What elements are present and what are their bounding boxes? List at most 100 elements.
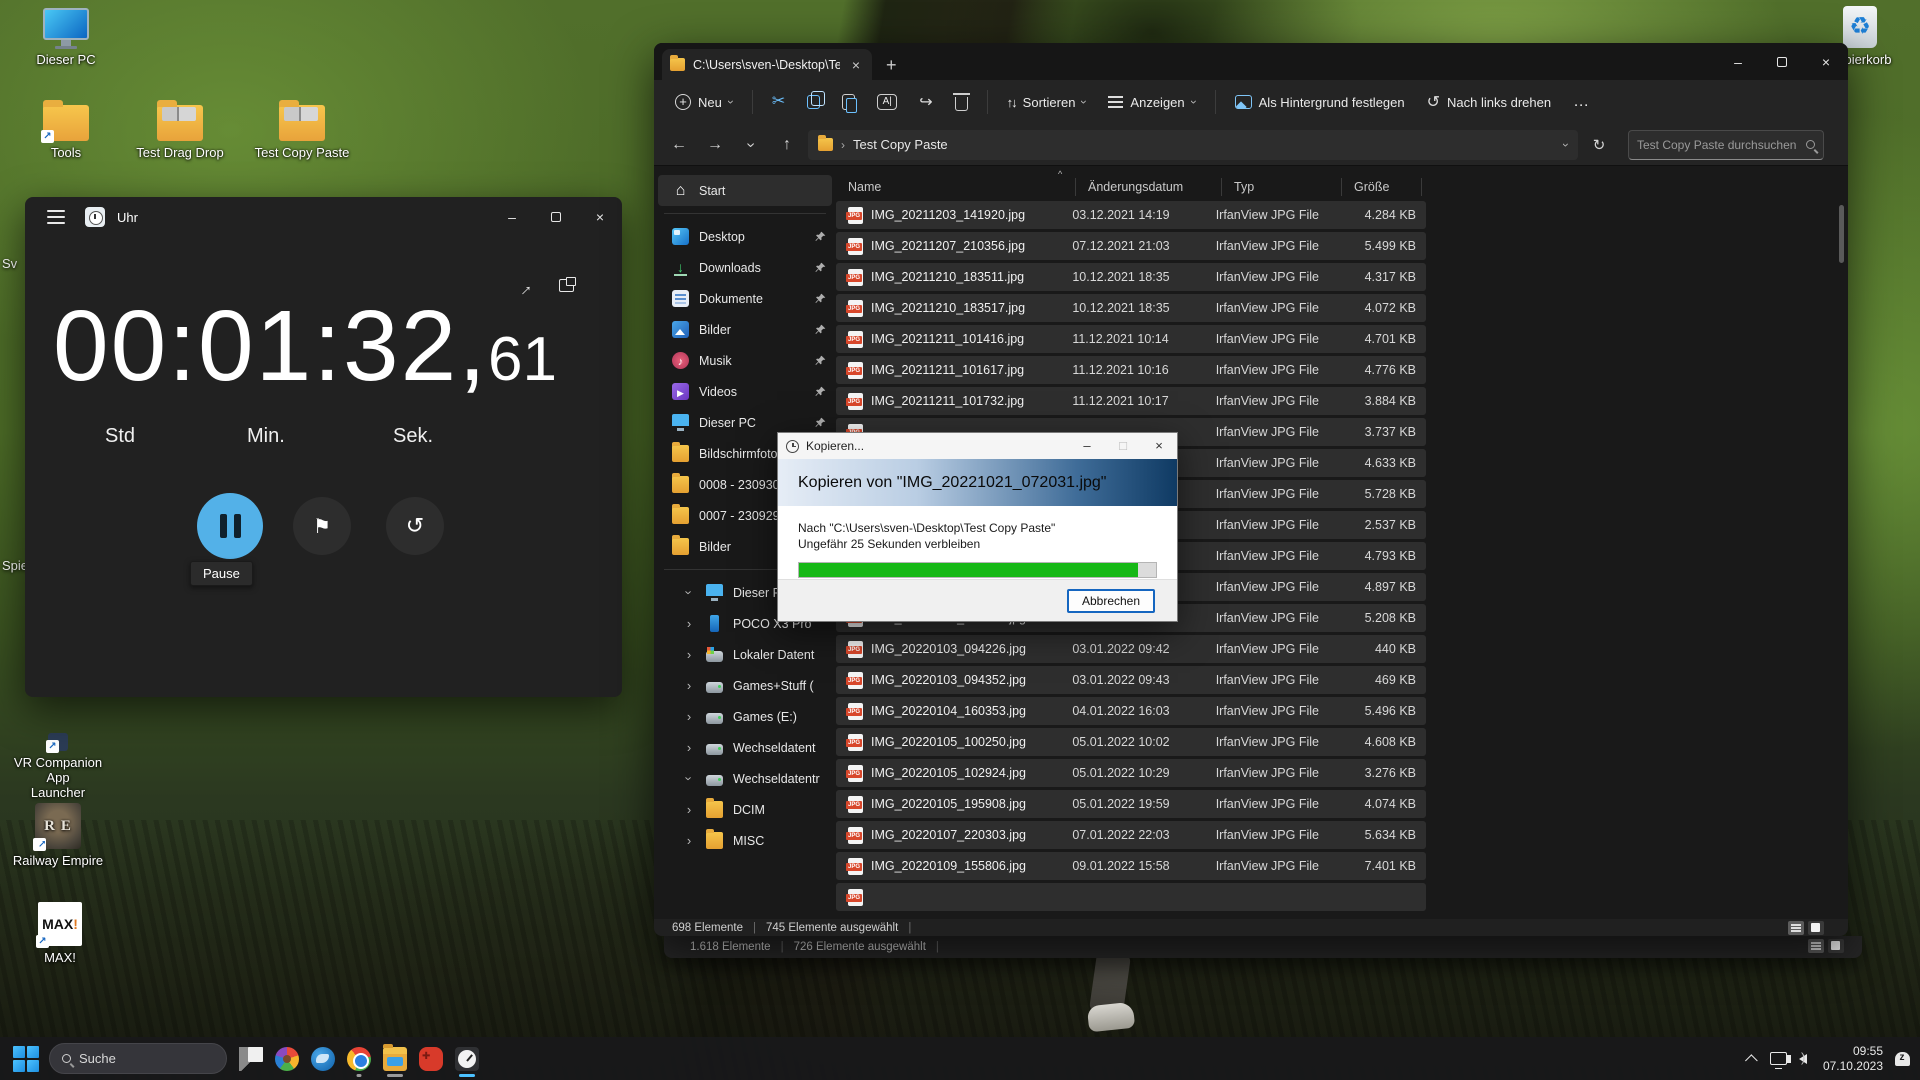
desktop-icon-vr-companion[interactable]: VR Companion App Launcher [2,733,114,800]
sidebar-item[interactable]: Downloads [658,252,832,283]
back-button[interactable]: ← [664,136,694,154]
desktop-icon-max[interactable]: MAX! MAX! [12,902,108,965]
sidebar-tree-item[interactable]: › Wechseldatentr [658,763,832,794]
desktop-icon-test-drag-drop[interactable]: Test Drag Drop [132,105,228,160]
column-header-name[interactable]: Name [836,178,1076,196]
compact-overlay-icon[interactable] [559,279,574,292]
tray-clock[interactable]: 09:55 07.10.2023 [1823,1044,1883,1074]
new-tab-button[interactable]: + [886,55,897,76]
tree-chevron-icon[interactable]: › [682,833,696,848]
cut-button[interactable]: ✂ [763,88,794,116]
desktop-icon-dieser-pc[interactable]: Dieser PC [18,8,114,67]
icons-view-toggle[interactable] [1828,939,1844,953]
hamburger-menu-icon[interactable] [47,206,65,228]
tree-chevron-icon[interactable]: › [682,647,696,662]
file-row[interactable]: IMG_20211207_210356.jpg 07.12.2021 21:03… [836,232,1426,260]
cancel-button[interactable]: Abbrechen [1067,589,1155,613]
desktop-icon-tools[interactable]: Tools [18,105,114,160]
minimize-button[interactable]: – [490,197,534,237]
close-button[interactable]: × [1141,433,1177,459]
delete-button[interactable] [946,87,977,117]
scrollbar-thumb[interactable] [1839,205,1844,263]
tree-chevron-icon[interactable]: › [682,740,696,755]
taskbar-app-button[interactable] [233,1040,269,1078]
file-row[interactable]: IMG_20220105_100250.jpg 05.01.2022 10:02… [836,728,1426,756]
details-view-toggle[interactable] [1808,939,1824,953]
dialog-titlebar[interactable]: Kopieren... – □ × [778,433,1177,459]
file-row[interactable]: IMG_20211210_183517.jpg 10.12.2021 18:35… [836,294,1426,322]
sidebar-tree-item[interactable]: › Wechseldatent [658,732,832,763]
file-row[interactable]: IMG_20220107_220303.jpg 07.01.2022 22:03… [836,821,1426,849]
file-row[interactable]: IMG_20211211_101732.jpg 11.12.2021 10:17… [836,387,1426,415]
file-row[interactable]: IMG_20220103_094352.jpg 03.01.2022 09:43… [836,666,1426,694]
file-row[interactable]: IMG_20220104_160353.jpg 04.01.2022 16:03… [836,697,1426,725]
sidebar-tree-item[interactable]: › Games+Stuff ( [658,670,832,701]
search-input[interactable]: Test Copy Paste durchsuchen [1628,130,1824,160]
rotate-left-button[interactable]: ↺ Nach links drehen [1418,86,1560,118]
tray-overflow-chevron-icon[interactable] [1745,1054,1758,1067]
sidebar-item[interactable]: Bilder [658,314,832,345]
address-dropdown-icon[interactable]: › [1559,143,1573,147]
sidebar-tree-item[interactable]: › Lokaler Datent [658,639,832,670]
file-row[interactable] [836,883,1426,911]
file-row[interactable]: IMG_20211203_141920.jpg 03.12.2021 14:19… [836,201,1426,229]
sidebar-item[interactable]: Videos [658,376,832,407]
icons-view-toggle[interactable] [1808,921,1824,935]
sidebar-item-start[interactable]: Start [658,175,832,206]
tab-close-icon[interactable]: × [848,57,864,73]
file-row[interactable]: IMG_20220105_102924.jpg 05.01.2022 10:29… [836,759,1426,787]
file-row[interactable]: IMG_20211211_101416.jpg 11.12.2021 10:14… [836,325,1426,353]
taskbar-search[interactable]: Suche [49,1043,227,1074]
lap-flag-button[interactable]: ⚑ [293,497,351,555]
tree-chevron-icon[interactable]: › [682,772,697,786]
sidebar-item[interactable]: Dokumente [658,283,832,314]
column-header-date[interactable]: Änderungsdatum [1076,178,1222,196]
tree-chevron-icon[interactable]: › [682,709,696,724]
sidebar-tree-item[interactable]: › MISC [658,825,832,856]
start-button[interactable] [13,1046,39,1072]
taskbar-app-button[interactable] [305,1040,341,1078]
maximize-button[interactable] [534,197,578,237]
share-button[interactable]: ↪ [910,86,941,118]
tree-chevron-icon[interactable]: › [682,616,696,631]
file-row[interactable]: IMG_20220105_195908.jpg 05.01.2022 19:59… [836,790,1426,818]
tree-chevron-icon[interactable]: › [682,678,696,693]
sidebar-tree-item[interactable]: › Games (E:) [658,701,832,732]
notification-bell-icon[interactable] [1895,1052,1910,1066]
column-header-size[interactable]: Größe [1342,178,1422,196]
file-row[interactable]: IMG_20220103_094226.jpg 03.01.2022 09:42… [836,635,1426,663]
details-view-toggle[interactable] [1788,921,1804,935]
reset-button[interactable]: ↺ [386,497,444,555]
taskbar-app-button[interactable] [413,1040,449,1078]
network-icon[interactable] [1770,1052,1787,1065]
paste-button[interactable] [833,88,864,116]
copy-button[interactable] [798,89,829,115]
vertical-scrollbar[interactable] [1839,201,1844,915]
sidebar-tree-item[interactable]: › DCIM [658,794,832,825]
sidebar-item[interactable]: Musik [658,345,832,376]
clock-titlebar[interactable]: Uhr – × [25,197,622,237]
new-button[interactable]: Neu› [666,88,742,116]
file-row[interactable]: IMG_20211210_183511.jpg 10.12.2021 18:35… [836,263,1426,291]
up-button[interactable]: ↑ [772,136,802,154]
file-row[interactable]: IMG_20220109_155806.jpg 09.01.2022 15:58… [836,852,1426,880]
refresh-button[interactable]: ↻ [1584,136,1614,154]
file-row[interactable]: IMG_20211211_101617.jpg 11.12.2021 10:16… [836,356,1426,384]
taskbar-app-button[interactable] [269,1040,305,1078]
history-chevron-icon[interactable]: › [736,136,766,154]
volume-icon[interactable] [1799,1054,1807,1064]
rename-button[interactable]: A| [868,88,906,116]
sidebar-item[interactable]: Desktop [658,221,832,252]
close-button[interactable]: × [578,197,622,237]
column-header-type[interactable]: Typ [1222,178,1342,196]
taskbar-app-button[interactable] [341,1040,377,1078]
close-button[interactable]: × [1804,43,1848,80]
tree-chevron-icon[interactable]: › [682,586,697,600]
maximize-button[interactable] [1760,43,1804,80]
breadcrumb[interactable]: › Test Copy Paste › [808,130,1578,160]
more-options-button[interactable]: … [1564,87,1600,117]
minimize-button[interactable]: – [1716,43,1760,80]
taskbar-app-button[interactable] [449,1040,485,1078]
tree-chevron-icon[interactable]: › [682,802,696,817]
sort-button[interactable]: ↑↓ Sortieren› [998,89,1096,116]
